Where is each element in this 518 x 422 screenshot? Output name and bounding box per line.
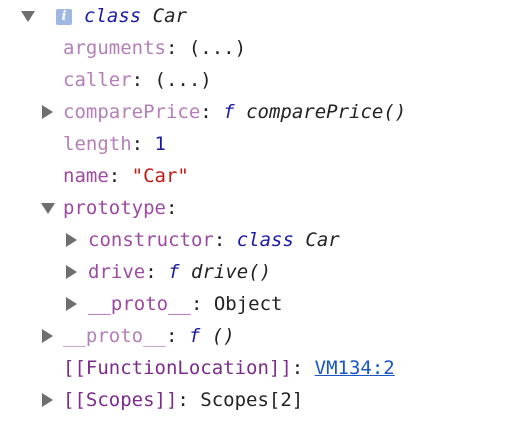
property-key: arguments: [63, 37, 166, 59]
property-key: __proto__: [63, 325, 166, 347]
expanded-triangle-icon[interactable]: [21, 11, 35, 22]
property-value: Scopes[2]: [200, 389, 304, 411]
function-signature: comparePrice(): [246, 101, 407, 123]
function-marker: f: [168, 261, 180, 283]
class-name: Car: [305, 229, 340, 251]
property-value[interactable]: (...): [189, 37, 246, 59]
function-signature: (): [211, 325, 235, 347]
property-key: drive: [88, 261, 146, 283]
property-value[interactable]: (...): [155, 69, 212, 91]
property-value: Object: [213, 293, 283, 315]
class-name: Car: [152, 5, 187, 27]
source-location-link[interactable]: VM134:2: [315, 357, 395, 379]
internal-property-key: [[Scopes]]: [63, 389, 178, 411]
property-key: prototype: [63, 197, 166, 219]
function-signature: drive(): [191, 261, 272, 283]
info-icon: i: [56, 9, 72, 25]
property-key: constructor: [88, 229, 214, 251]
collapsed-triangle-icon[interactable]: [42, 329, 53, 343]
function-marker: f: [188, 325, 201, 347]
property-key: comparePrice: [63, 101, 201, 123]
property-key: caller: [63, 69, 132, 91]
property-value: 1: [154, 133, 166, 155]
class-keyword: class: [236, 229, 294, 251]
object-inspector-tree: i class Car arguments: (...) caller: (...…: [0, 0, 518, 422]
internal-property-key: [[FunctionLocation]]: [63, 357, 292, 379]
collapsed-triangle-icon[interactable]: [42, 393, 53, 407]
expanded-triangle-icon[interactable]: [41, 203, 55, 214]
property-value: "Car": [131, 165, 189, 187]
collapsed-triangle-icon[interactable]: [42, 105, 53, 119]
property-key: length: [63, 133, 132, 155]
collapsed-triangle-icon[interactable]: [66, 265, 77, 279]
property-key: name: [63, 165, 109, 187]
property-key: __proto__: [88, 293, 191, 315]
collapsed-triangle-icon[interactable]: [66, 233, 77, 247]
class-keyword: class: [84, 5, 142, 27]
collapsed-triangle-icon[interactable]: [66, 297, 77, 311]
function-marker: f: [223, 101, 235, 123]
